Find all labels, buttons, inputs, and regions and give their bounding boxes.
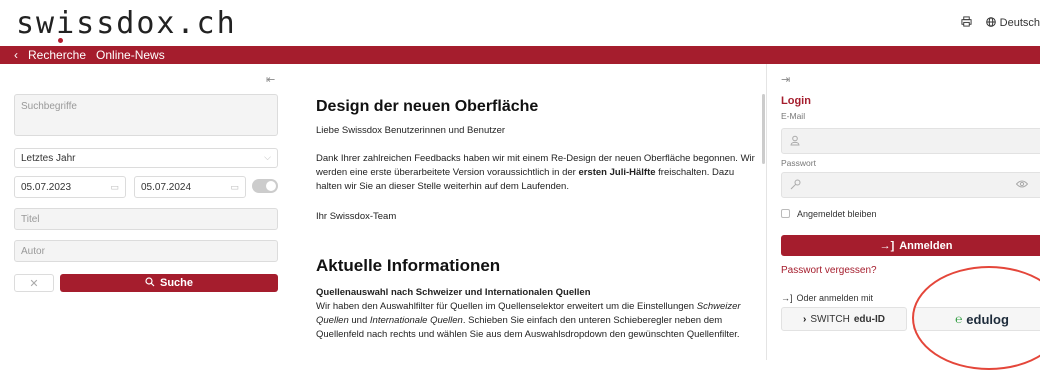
news-text-italic: Internationale Quellen <box>369 315 463 326</box>
calendar-icon: ▭ <box>230 182 239 192</box>
logo-dot <box>58 38 63 43</box>
keywords-input[interactable]: Suchbegriffe <box>14 94 278 136</box>
news-text: und <box>348 315 370 326</box>
login-button-label: Anmelden <box>899 239 953 252</box>
date-toggle[interactable] <box>252 179 278 193</box>
alt-login-label: Oder anmelden mit <box>796 293 874 303</box>
key-icon <box>790 179 801 193</box>
globe-icon <box>985 16 996 30</box>
title-input[interactable]: Titel <box>14 208 278 230</box>
password-field[interactable] <box>781 172 1040 198</box>
news-paragraph-sources: Wir haben den Auswahlfilter für Quellen … <box>316 300 756 342</box>
switch-edu-id-button[interactable]: › SWITCH edu-ID <box>781 307 907 331</box>
password-label: Passwort <box>781 158 816 168</box>
date-to-input[interactable]: 05.07.2024 ▭ <box>134 176 246 198</box>
email-label: E-Mail <box>781 111 806 121</box>
news-scrollbar[interactable] <box>762 94 765 164</box>
main-nav: ‹ Recherche Online-News <box>0 46 1040 64</box>
login-button[interactable]: →] Anmelden <box>781 235 1040 256</box>
language-selector[interactable]: Deutsch <box>985 16 1040 30</box>
edu-id-label: edu-ID <box>853 313 885 325</box>
user-icon <box>790 135 800 149</box>
search-icon <box>145 276 155 290</box>
back-icon[interactable]: ‹ <box>14 48 18 62</box>
search-panel: ⇤ Suchbegriffe Letztes Jahr ⌵ 05.07.2023… <box>0 64 294 360</box>
chevron-down-icon: ⌵ <box>264 152 271 162</box>
email-field[interactable] <box>781 128 1040 154</box>
news-subheading: Quellenauswahl nach Schweizer und Intern… <box>316 287 591 298</box>
period-value: Letztes Jahr <box>21 153 76 164</box>
header-tools: Deutsch <box>961 16 1040 30</box>
search-button-label: Suche <box>159 277 193 289</box>
alt-login-row: →] Oder anmelden mit <box>781 293 873 303</box>
search-button[interactable]: Suche <box>60 274 278 292</box>
collapse-left-icon[interactable]: ⇤ <box>266 73 275 86</box>
news-paragraph-design: Dank Ihrer zahlreichen Feedbacks haben w… <box>316 152 756 194</box>
switch-chevron-icon: › <box>803 313 807 325</box>
news-signature: Ihr Swissdox-Team <box>316 211 397 222</box>
nav-item-online-news[interactable]: Online-News <box>96 48 165 62</box>
date-from-value: 05.07.2023 <box>21 182 72 193</box>
language-label: Deutsch <box>999 17 1040 29</box>
forgot-password-link[interactable]: Passwort vergessen? <box>781 265 877 276</box>
nav-item-recherche[interactable]: Recherche <box>28 48 86 62</box>
login-alt-icon: →] <box>781 293 793 303</box>
toggle-knob <box>265 180 277 192</box>
date-from-input[interactable]: 05.07.2023 ▭ <box>14 176 126 198</box>
printer-icon[interactable] <box>961 16 972 30</box>
news-text-bold: ersten Juli-Hälfte <box>578 167 656 178</box>
clear-button[interactable]: ✕ <box>14 274 54 292</box>
news-heading-design: Design der neuen Oberfläche <box>316 98 539 115</box>
period-select[interactable]: Letztes Jahr ⌵ <box>14 148 278 168</box>
site-header: swissdox.ch Deutsch <box>0 0 1040 46</box>
news-greeting: Liebe Swissdox Benutzerinnen und Benutze… <box>316 125 506 136</box>
swissdox-logo[interactable]: swissdox.ch <box>16 6 237 41</box>
author-input[interactable]: Autor <box>14 240 278 262</box>
date-to-value: 05.07.2024 <box>141 182 192 193</box>
login-icon: →] <box>879 239 895 252</box>
calendar-icon: ▭ <box>110 182 119 192</box>
news-heading-info: Aktuelle Informationen <box>316 256 501 275</box>
switch-label: SWITCH <box>810 313 850 325</box>
news-text: Wir haben den Auswahlfilter für Quellen … <box>316 301 697 312</box>
remember-checkbox[interactable] <box>781 209 790 218</box>
collapse-right-icon[interactable]: ⇥ <box>781 73 790 86</box>
eye-icon[interactable] <box>1015 179 1029 192</box>
remember-label: Angemeldet bleiben <box>797 209 877 219</box>
news-panel: Design der neuen Oberfläche Liebe Swissd… <box>294 64 766 360</box>
login-title: Login <box>781 95 811 107</box>
